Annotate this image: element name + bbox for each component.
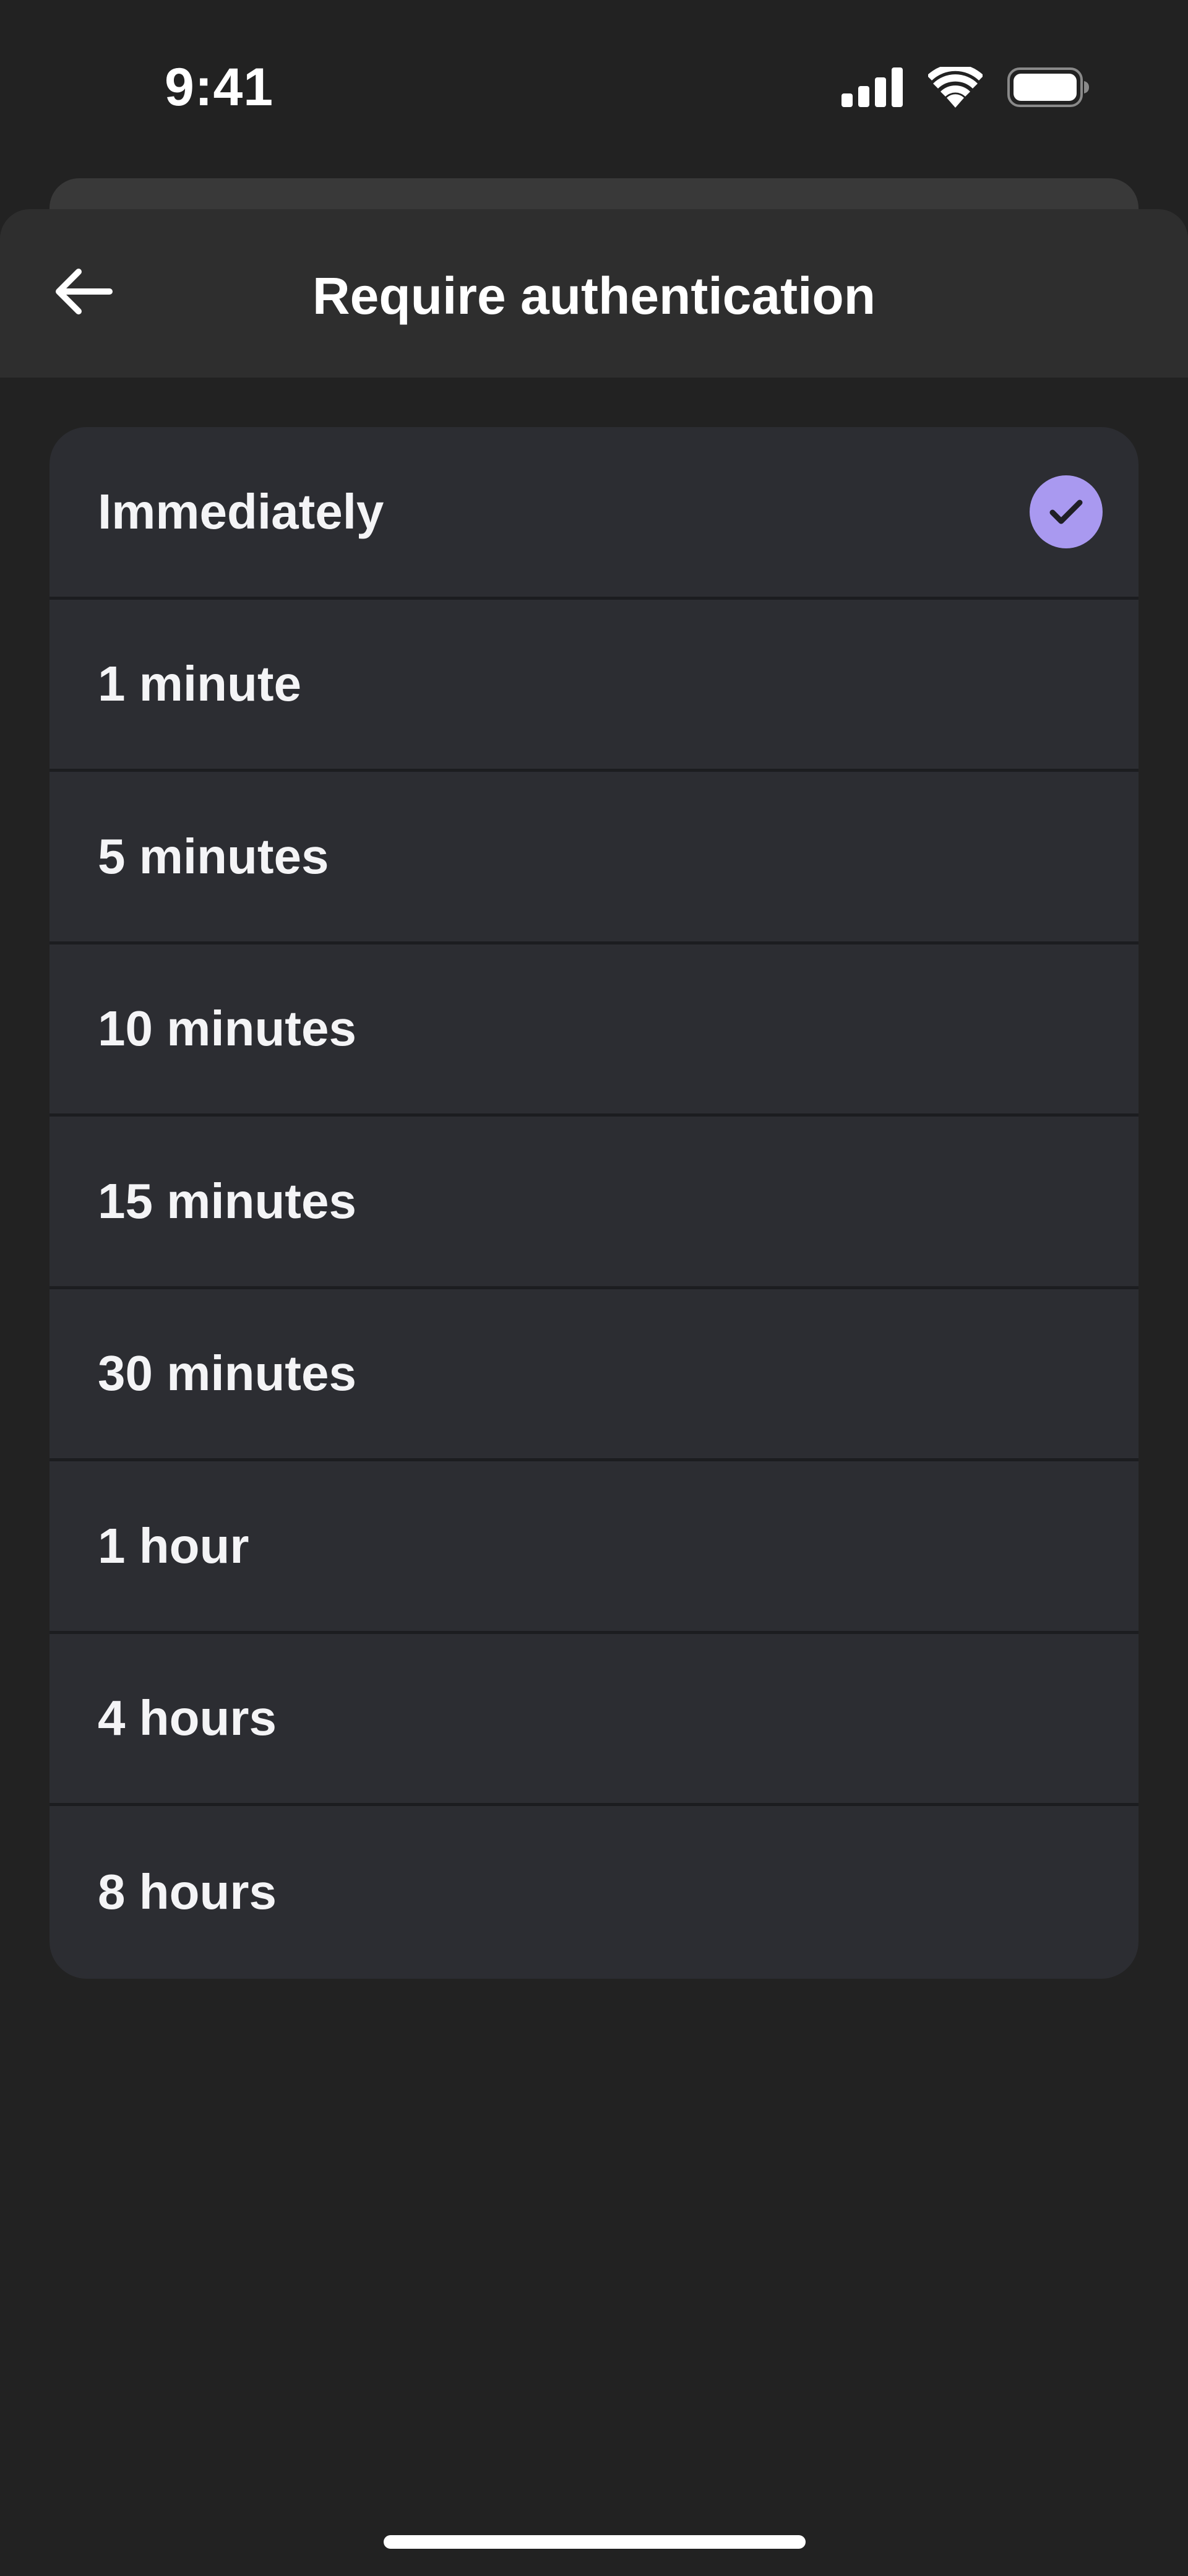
option-label: 10 minutes [98,1001,356,1057]
status-time: 9:41 [165,58,274,117]
option-label: 1 minute [98,656,301,712]
option-row[interactable]: 15 minutes [50,1117,1138,1289]
option-label: 1 hour [98,1518,249,1573]
option-row[interactable]: 30 minutes [50,1289,1138,1461]
option-row[interactable]: Immediately [50,427,1138,600]
status-icons [842,64,1089,111]
checkmark-icon [1030,475,1103,548]
option-label: 8 hours [98,1864,277,1920]
cellular-signal-icon [842,67,903,110]
option-label: 15 minutes [98,1173,356,1229]
screen: 9:41 Require authentication Immediately … [0,0,1188,2576]
page-title: Require authentication [312,267,876,325]
battery-icon [1007,67,1089,110]
option-row[interactable]: 8 hours [50,1806,1138,1979]
option-label: 5 minutes [98,828,329,884]
status-bar: 9:41 [0,0,1188,173]
sheet-header: Require authentication [0,209,1188,378]
option-row[interactable]: 5 minutes [50,772,1138,944]
option-row[interactable]: 1 minute [50,600,1138,772]
option-row[interactable]: 4 hours [50,1634,1138,1806]
wifi-icon [927,64,984,111]
option-row[interactable]: 10 minutes [50,944,1138,1117]
option-label: Immediately [98,483,384,539]
option-label: 4 hours [98,1690,277,1746]
option-label: 30 minutes [98,1346,356,1401]
home-indicator[interactable] [384,2535,806,2549]
options-list: Immediately 1 minute 5 minutes 10 minutes 15… [50,427,1138,1979]
option-row[interactable]: 1 hour [50,1461,1138,1634]
